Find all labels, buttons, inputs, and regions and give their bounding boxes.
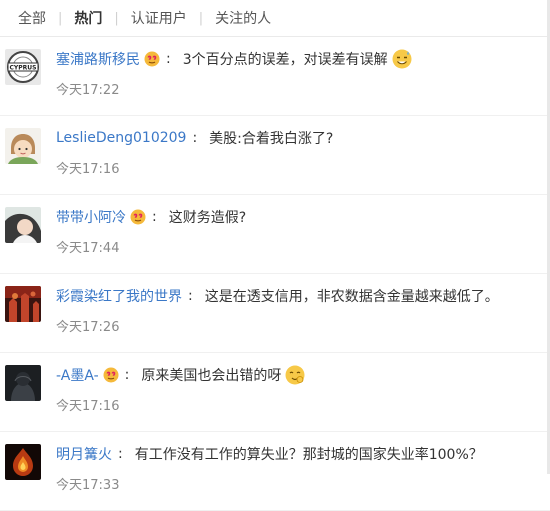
comment-item: 带带小阿冷 : 这财务造假? 今天17:44 xyxy=(0,195,550,274)
separator-colon: : xyxy=(166,51,171,67)
tab-divider: | xyxy=(198,10,204,26)
username[interactable]: 塞浦路斯移民 xyxy=(56,49,140,69)
comment-time: 今天17:16 xyxy=(56,162,120,177)
comment-text: 有工作没有工作的算失业？那封城的国家失业率100%？ xyxy=(134,447,483,463)
avatar[interactable] xyxy=(5,444,41,480)
username[interactable]: 带带小阿冷 xyxy=(56,207,126,227)
separator-colon: : xyxy=(152,209,157,225)
comment-text: 这是在透支信用，非农数据含金量越来越低了。 xyxy=(204,289,499,305)
avatar[interactable] xyxy=(5,286,41,322)
avatar[interactable] xyxy=(5,207,41,243)
svg-text:CYPRUS: CYPRUS xyxy=(10,65,37,72)
comment-time: 今天17:22 xyxy=(56,83,120,98)
separator-colon: : xyxy=(118,446,123,462)
comment-item: CYPRUS 塞浦路斯移民 : 3个百分点的误差，对误差有误解 今天17:22 xyxy=(0,37,550,116)
comment-time: 今天17:33 xyxy=(56,478,120,493)
username[interactable]: -A墨A- xyxy=(56,365,99,385)
comment-item: 彩霞染红了我的世界 : 这是在透支信用，非农数据含金量越来越低了。 今天17:2… xyxy=(0,274,550,353)
comment-item: -A墨A- : 原来美国也会出错的呀 今天17:16 xyxy=(0,353,550,432)
vip-badge-icon xyxy=(130,209,146,225)
tab-following[interactable]: 关注的人 xyxy=(215,8,271,28)
vip-badge-icon xyxy=(144,51,160,67)
avatar[interactable] xyxy=(5,128,41,164)
tab-verified-users[interactable]: 认证用户 xyxy=(131,8,187,28)
vip-badge-icon xyxy=(103,367,119,383)
comment-item: 明月篝火 : 有工作没有工作的算失业？那封城的国家失业率100%？ 今天17:3… xyxy=(0,432,550,511)
tab-all[interactable]: 全部 xyxy=(18,8,46,28)
comment-text: 3个百分点的误差，对误差有误解 xyxy=(182,52,388,68)
username[interactable]: 彩霞染红了我的世界 xyxy=(56,286,182,306)
comment-time: 今天17:26 xyxy=(56,320,120,335)
comment-time: 今天17:44 xyxy=(56,241,120,256)
comment-text: 美股:合着我白涨了? xyxy=(209,131,334,147)
sweat-smile-emoji-icon xyxy=(392,49,412,69)
comment-text: 这财务造假? xyxy=(168,210,247,226)
tab-hot[interactable]: 热门 xyxy=(74,8,102,28)
giggle-emoji-icon xyxy=(285,365,305,385)
comment-item: LeslieDeng010209 : 美股:合着我白涨了? 今天17:16 xyxy=(0,116,550,195)
comment-text: 原来美国也会出错的呀 xyxy=(141,368,282,384)
avatar[interactable] xyxy=(5,365,41,401)
tab-divider: | xyxy=(114,10,119,26)
separator-colon: : xyxy=(188,288,193,304)
tab-divider: | xyxy=(58,10,63,26)
avatar[interactable]: CYPRUS xyxy=(5,49,41,85)
comment-time: 今天17:16 xyxy=(56,399,120,414)
separator-colon: : xyxy=(124,367,130,383)
comment-filter-tabs: 全部 | 热门 | 认证用户 | 关注的人 xyxy=(0,0,550,36)
username[interactable]: 明月篝火 xyxy=(56,444,112,464)
separator-colon: : xyxy=(192,130,198,146)
username[interactable]: LeslieDeng010209 xyxy=(56,130,186,146)
